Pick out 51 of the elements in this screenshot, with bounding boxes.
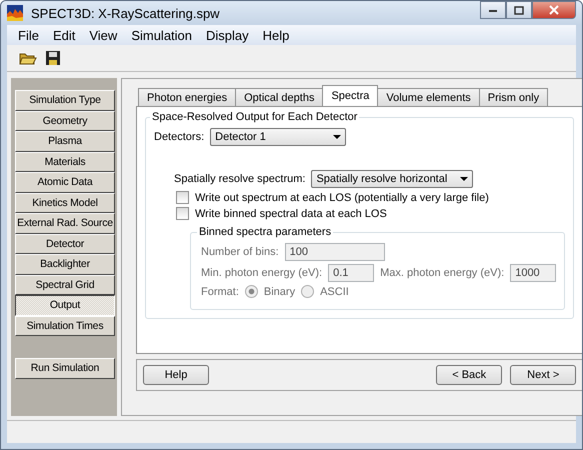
sidebar-item[interactable]: Simulation Times	[15, 316, 115, 336]
checkbox-label: Write out spectrum at each LOS (potentially a very large file)	[195, 192, 489, 204]
close-icon	[549, 5, 559, 15]
sidebar-item[interactable]: Output	[15, 295, 115, 316]
maximize-button[interactable]	[506, 1, 532, 19]
sidebar-item[interactable]: Atomic Data	[15, 172, 115, 192]
close-button[interactable]	[532, 1, 576, 19]
sidebar-item[interactable]: Geometry	[15, 110, 115, 131]
minimize-icon	[488, 7, 498, 13]
detectors-dropdown[interactable]: Detector 1	[210, 128, 346, 146]
checkbox[interactable]	[176, 207, 189, 220]
resolve-dropdown[interactable]: Spatially resolve horizontal	[311, 170, 474, 188]
field-label: Number of bins:	[201, 246, 279, 258]
sidebar-item[interactable]: Materials	[15, 152, 115, 172]
minimize-button[interactable]	[480, 1, 506, 19]
group-title: Binned spectra parameters	[198, 226, 332, 238]
field-label: Detectors:	[154, 131, 204, 143]
field-label: Max. photon energy (eV):	[380, 267, 504, 279]
menu-item[interactable]: Simulation	[124, 28, 200, 42]
field-label: Format:	[201, 286, 239, 298]
menu-item[interactable]: Edit	[46, 28, 82, 42]
help-button[interactable]: Help	[143, 365, 209, 385]
group-title: Space-Resolved Output for Each Detector	[151, 111, 358, 123]
menu-item[interactable]: View	[82, 28, 124, 42]
tab[interactable]: Volume elements	[377, 88, 480, 106]
menu-item[interactable]: Help	[256, 28, 296, 42]
radio-label: Binary	[264, 286, 296, 298]
sidebar-item[interactable]: Plasma	[15, 131, 115, 152]
sidebar-item[interactable]: Simulation Type	[15, 90, 115, 110]
window-title: SPECT3D: X-RayScattering.spw	[31, 6, 220, 20]
run-simulation-button[interactable]: Run Simulation	[15, 358, 115, 378]
tab[interactable]: Prism only	[478, 88, 548, 106]
menu-item[interactable]: Display	[199, 28, 256, 42]
sidebar-item[interactable]: Kinetics Model	[15, 192, 115, 213]
field-label: Min. photon energy (eV):	[201, 267, 322, 279]
checkbox-label: Write binned spectral data at each LOS	[195, 208, 387, 220]
sidebar-item[interactable]: External Rad. Source	[15, 213, 115, 234]
field-label: Spatially resolve spectrum:	[174, 173, 306, 185]
app-icon	[7, 5, 23, 21]
menu-item[interactable]: File	[11, 28, 46, 42]
checkbox[interactable]	[176, 191, 189, 204]
back-button[interactable]: < Back	[436, 365, 502, 385]
radio-label: ASCII	[320, 286, 349, 298]
tab[interactable]: Spectra	[322, 85, 378, 106]
tab[interactable]: Photon energies	[138, 88, 236, 106]
sidebar-item[interactable]: Backlighter	[15, 254, 115, 274]
sidebar-item[interactable]: Spectral Grid	[15, 274, 115, 295]
tab[interactable]: Optical depths	[235, 88, 324, 106]
maximize-icon	[514, 6, 524, 14]
next-button[interactable]: Next >	[510, 365, 576, 385]
sidebar-item[interactable]: Detector	[15, 234, 115, 254]
